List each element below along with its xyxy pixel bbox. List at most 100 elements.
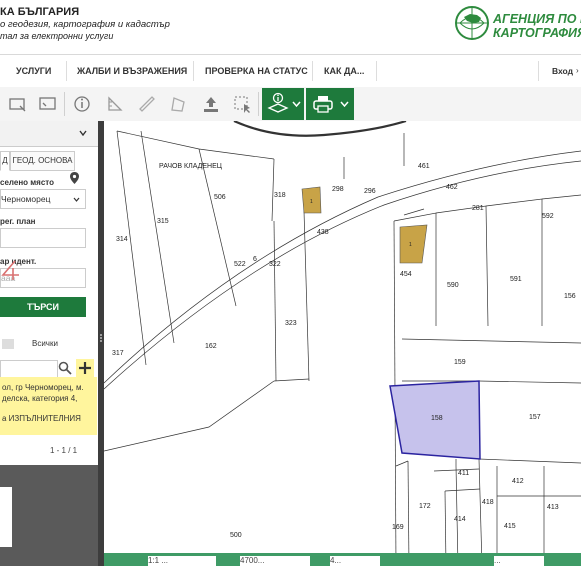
extra-field[interactable]: ... <box>494 556 544 566</box>
scale-field[interactable]: 1:1 ... <box>148 556 216 566</box>
nav-complaints[interactable]: ЖАЛБИ И ВЪЗРАЖЕНИЯ <box>77 55 187 87</box>
parcel-label: 281 <box>472 205 484 212</box>
result-line: а ИЗПЪЛНИТЕЛНИЯ <box>2 414 81 423</box>
parcel-label: 6 <box>253 256 257 263</box>
parcel-label: 522 <box>234 261 246 268</box>
parcel-label: 590 <box>447 282 459 289</box>
tab-cadastre[interactable]: Д <box>0 151 10 171</box>
agency-name: АГЕНЦИЯ ПО Г КАРТОГРАФИЯ <box>493 12 581 40</box>
map-toolbar <box>0 87 581 122</box>
toolbar-divider <box>64 92 65 116</box>
map-canvas[interactable]: РАЧОВ КЛАДЕНЕЦ 506 315 314 318 298 296 4… <box>104 121 581 566</box>
parcel-label: 314 <box>116 236 128 243</box>
select-cursor-icon[interactable] <box>233 94 253 114</box>
chevron-down-icon[interactable] <box>79 130 87 136</box>
sidebar-footer-panel <box>0 465 98 566</box>
nav-divider <box>538 61 539 81</box>
coord-y-field[interactable]: 4... <box>330 556 380 566</box>
chevron-down-icon <box>340 101 349 108</box>
main-nav: УСЛУГИ ЖАЛБИ И ВЪЗРАЖЕНИЯ ПРОВЕРКА НА СТ… <box>0 54 581 88</box>
agency-name-line1: АГЕНЦИЯ ПО Г <box>493 12 581 26</box>
parcel-label: 415 <box>504 523 516 530</box>
chevron-down-icon <box>73 197 80 202</box>
locality-label: РАЧОВ КЛАДЕНЕЦ <box>159 163 223 170</box>
parcel-label: 591 <box>510 276 522 283</box>
parcel-label: 461 <box>418 163 430 170</box>
layers-button[interactable] <box>262 88 304 120</box>
parcel-label: 162 <box>205 343 217 350</box>
panel-edge <box>0 487 12 547</box>
coord-x-field[interactable]: 4700... <box>240 556 310 566</box>
sidebar-header <box>0 121 98 147</box>
nav-status-check[interactable]: ПРОВЕРКА НА СТАТУС <box>205 55 308 87</box>
parcel-label: 438 <box>317 229 329 236</box>
parcel-label: 318 <box>274 192 286 199</box>
parcel-label: 418 <box>482 499 494 506</box>
parcel-label: 592 <box>542 213 554 220</box>
select-rect-icon[interactable] <box>8 94 28 114</box>
parcel-label: 315 <box>157 218 169 225</box>
parcel-label: 411 <box>458 470 469 477</box>
info-icon[interactable] <box>72 94 92 114</box>
parcel-label: 169 <box>392 524 404 531</box>
select-window-icon[interactable] <box>38 94 58 114</box>
plan-input[interactable] <box>0 228 86 248</box>
parcel-label: 500 <box>230 532 242 539</box>
tab-geodetic-base[interactable]: ГЕОД. ОСНОВА <box>10 151 75 171</box>
result-line: ол, гр Черноморец, м. <box>2 383 84 392</box>
parcel-label: 172 <box>419 503 431 510</box>
map-pin-icon[interactable] <box>70 172 79 184</box>
search-icon[interactable] <box>58 361 72 375</box>
add-button[interactable] <box>76 359 94 377</box>
ruler-icon[interactable] <box>137 94 157 114</box>
plus-icon <box>79 362 91 374</box>
nav-how-to[interactable]: КАК ДА... <box>324 55 364 87</box>
grip-icon <box>100 334 102 342</box>
parcel-label: 158 <box>431 415 443 422</box>
parcel-label: 412 <box>512 478 524 485</box>
upload-icon[interactable] <box>201 94 221 114</box>
site-header: КА БЪЛГАРИЯ о геодезия, картография и ка… <box>0 0 581 54</box>
parcel-label: 323 <box>285 320 297 327</box>
filter-input[interactable] <box>0 360 58 378</box>
chevron-down-icon <box>292 101 301 108</box>
site-title: КА БЪЛГАРИЯ <box>0 6 80 18</box>
building-icon[interactable] <box>399 224 428 264</box>
settlement-label: селено място <box>0 178 54 187</box>
parcel-label: 414 <box>454 516 466 523</box>
settlement-select[interactable]: Черноморец <box>0 189 86 209</box>
parcel-label: 413 <box>547 504 559 511</box>
portal-subtitle: тал за електронни услуги <box>0 31 114 41</box>
parcel-label: 298 <box>332 186 344 193</box>
parcel-label: 157 <box>529 414 541 421</box>
map-status-bar: 1:1 ... 4700... 4... ... <box>104 553 581 566</box>
search-button[interactable]: ТЪРСИ <box>0 297 86 317</box>
pagination: 1 - 1 / 1 <box>50 446 78 455</box>
polygon-icon[interactable] <box>168 94 188 114</box>
building-label: 1 <box>409 242 412 248</box>
chevron-right-icon: › <box>576 66 579 75</box>
nav-divider <box>66 61 67 81</box>
parcel-label: 317 <box>112 350 124 357</box>
measure-area-icon[interactable] <box>105 94 125 114</box>
plan-label: рег. план <box>0 217 36 226</box>
login-link[interactable]: Вход <box>552 55 573 87</box>
nav-divider <box>193 61 194 81</box>
nav-services[interactable]: УСЛУГИ <box>16 55 51 87</box>
layers-info-icon <box>267 92 289 113</box>
parcel-label: 156 <box>564 293 576 300</box>
toolbar-divider <box>258 92 259 116</box>
building-label: 1 <box>310 199 313 205</box>
all-checkbox[interactable] <box>2 339 14 349</box>
all-label: Всички <box>32 339 58 348</box>
parcel-label: 454 <box>400 271 412 278</box>
nav-divider <box>312 61 313 81</box>
result-line <box>2 404 97 414</box>
agency-logo-icon <box>455 6 489 40</box>
cadastral-map[interactable]: РАЧОВ КЛАДЕНЕЦ 506 315 314 318 298 296 4… <box>104 121 581 566</box>
print-button[interactable] <box>306 88 354 120</box>
result-line: делска, категория 4, <box>2 393 78 403</box>
search-result-item[interactable]: ол, гр Черноморец, м. делска, категория … <box>0 377 97 435</box>
ident-annotation-mark <box>1 260 19 280</box>
site-subtitle: о геодезия, картография и кадастър <box>0 19 170 30</box>
